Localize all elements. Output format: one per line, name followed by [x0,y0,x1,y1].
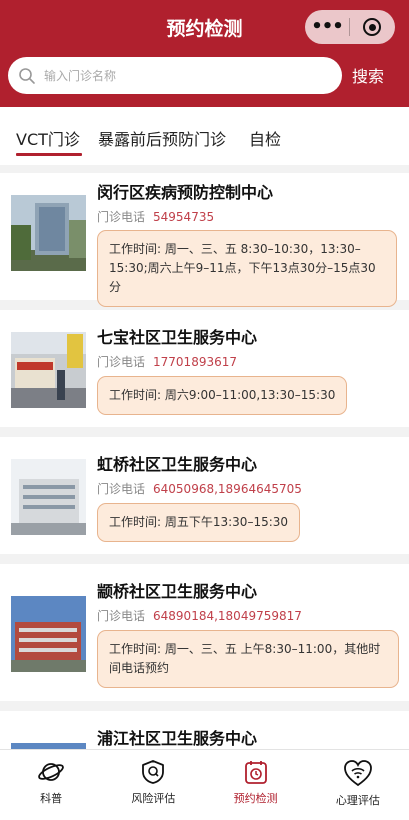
nav-mental-assessment[interactable]: 心理评估 [307,750,409,820]
tab-vct[interactable]: VCT门诊 [16,126,80,150]
planet-icon [38,763,64,781]
miniprogram-capsule: ••• [305,10,395,44]
search-bar [8,57,342,94]
clinic-phone-row: 门诊电话 64050968,18964645705 [97,480,302,497]
work-hours-box: 工作时间: 周五下午13:30–15:30 [97,503,301,542]
phone-label: 门诊电话 [97,355,146,369]
tab-bar: VCT门诊 暴露前后预防门诊 自检 [0,107,409,165]
clock-icon [244,761,267,784]
shield-icon [142,760,165,784]
phone-number[interactable]: 17701893617 [153,355,237,369]
clinic-phone-row: 门诊电话 54954735 [97,208,214,225]
work-hours-box: 工作时间: 周一、三、五 上午8:30–11:00，其他时间电话预约 [97,630,399,688]
clinic-photo [11,195,86,271]
tab-pep-prep[interactable]: 暴露前后预防门诊 [98,126,226,150]
bottom-tab-bar: 科普 风险评估 预约检测 心理评估 [0,749,409,820]
close-miniprogram-icon[interactable] [350,18,394,36]
phone-number[interactable]: 64890184,18049759817 [153,609,302,623]
clinic-card[interactable]: 颛桥社区卫生服务中心 门诊电话 64890184,18049759817 工作时间… [0,564,409,701]
clinic-phone-row: 门诊电话 64890184,18049759817 [97,607,302,624]
clinic-photo [11,596,86,672]
search-input[interactable] [44,68,314,83]
app-header: 预约检测 ••• 搜索 [0,0,409,107]
nav-label: 心理评估 [335,794,380,807]
search-button[interactable]: 搜索 [352,63,384,87]
phone-label: 门诊电话 [97,210,146,224]
tab-self-test[interactable]: 自检 [249,126,281,150]
search-icon [19,67,35,84]
nav-label: 科普 [40,792,63,805]
nav-label: 风险评估 [131,792,176,805]
clinic-card[interactable]: 七宝社区卫生服务中心 门诊电话 17701893617 工作时间: 周六9:00–… [0,310,409,427]
clinic-phone-row: 门诊电话 17701893617 [97,353,237,370]
more-menu-icon[interactable]: ••• [305,10,349,44]
clinic-name: 闵行区疾病预防控制中心 [97,183,274,202]
nav-label: 预约检测 [233,792,278,805]
phone-label: 门诊电话 [97,482,146,496]
clinic-card[interactable]: 虹桥社区卫生服务中心 门诊电话 64050968,18964645705 工作时间… [0,437,409,554]
clinic-photo [11,332,86,408]
clinic-card[interactable]: 浦江社区卫生服务中心 [0,711,409,749]
active-tab-indicator [16,153,82,156]
work-hours-box: 工作时间: 周一、三、五 8:30–10:30，13:30–15:30;周六上午… [97,230,397,307]
clinic-photo [11,459,86,535]
clinic-name: 七宝社区卫生服务中心 [97,328,258,347]
nav-science[interactable]: 科普 [0,750,102,820]
work-hours-box: 工作时间: 周六9:00–11:00,13:30–15:30 [97,376,348,415]
phone-label: 门诊电话 [97,609,146,623]
clinic-name: 颛桥社区卫生服务中心 [97,582,258,601]
clinic-name: 浦江社区卫生服务中心 [97,729,258,748]
clinic-name: 虹桥社区卫生服务中心 [97,455,258,474]
nav-risk-assessment[interactable]: 风险评估 [102,750,204,820]
heart-wifi-icon [343,760,372,787]
nav-appointment[interactable]: 预约检测 [205,750,307,820]
phone-number[interactable]: 64050968,18964645705 [153,482,302,496]
phone-number[interactable]: 54954735 [153,210,214,224]
clinic-card[interactable]: 闵行区疾病预防控制中心 门诊电话 54954735 工作时间: 周一、三、五 8:… [0,173,409,307]
